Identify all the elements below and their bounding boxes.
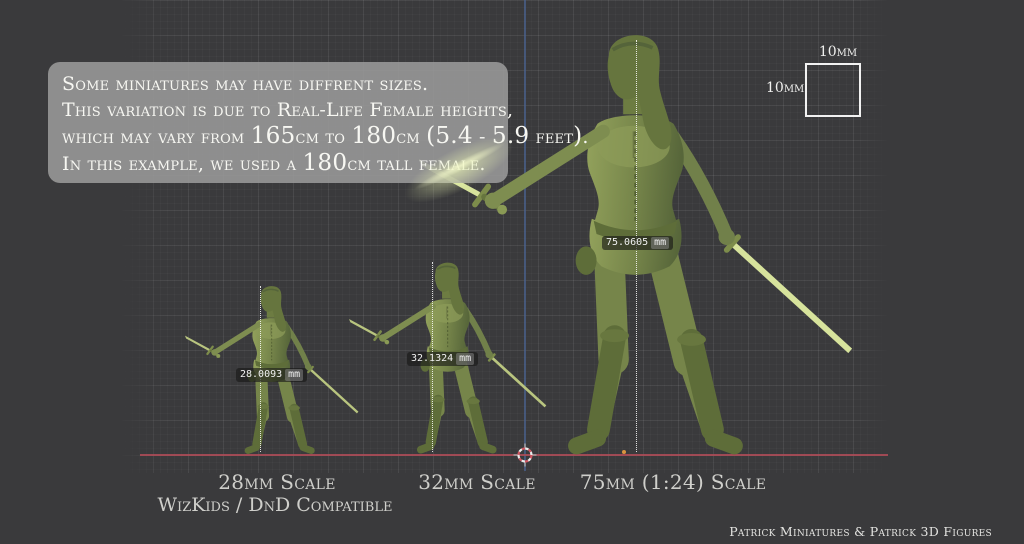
info-box: Some miniatures may have diffrent sizes.…	[48, 62, 508, 183]
reference-square-side-label: 10mm	[766, 80, 804, 96]
scale-sublabel-28mm: WizKids / DnD Compatible	[158, 494, 393, 516]
scale-label-32mm: 32mm Scale	[418, 470, 536, 494]
measurement-value: 28.0093	[240, 369, 282, 381]
scale-label-28mm: 28mm Scale	[218, 470, 336, 494]
3d-viewport[interactable]: 28.0093 mm 32.1324 mm 75.0605 mm Some mi…	[0, 0, 1024, 544]
info-line: In this example, we used a 180cm tall fe…	[62, 150, 508, 177]
reference-square	[805, 63, 861, 117]
measurement-value: 32.1324	[411, 353, 453, 365]
3d-cursor-icon[interactable]	[512, 442, 538, 468]
measurement-value: 75.0605	[606, 237, 648, 249]
scale-label-75mm: 75mm (1:24) Scale	[580, 470, 767, 494]
measurement-unit: mm	[651, 237, 669, 249]
object-origin-dot	[622, 450, 626, 454]
info-line: Some miniatures may have diffrent sizes.	[62, 71, 508, 97]
measurement-label-28mm: 28.0093 mm	[236, 368, 307, 382]
measurement-label-32mm: 32.1324 mm	[407, 352, 478, 366]
credit-text: Patrick Miniatures & Patrick 3D Figures	[729, 524, 992, 539]
info-line: This variation is due to Real-Life Femal…	[62, 97, 508, 123]
info-line: which may vary from 165cm to 180cm (5.4 …	[62, 123, 508, 150]
reference-square-top-label: 10mm	[819, 44, 857, 60]
measurement-label-75mm: 75.0605 mm	[602, 236, 673, 250]
measurement-unit: mm	[285, 369, 303, 381]
measurement-unit: mm	[456, 353, 474, 365]
